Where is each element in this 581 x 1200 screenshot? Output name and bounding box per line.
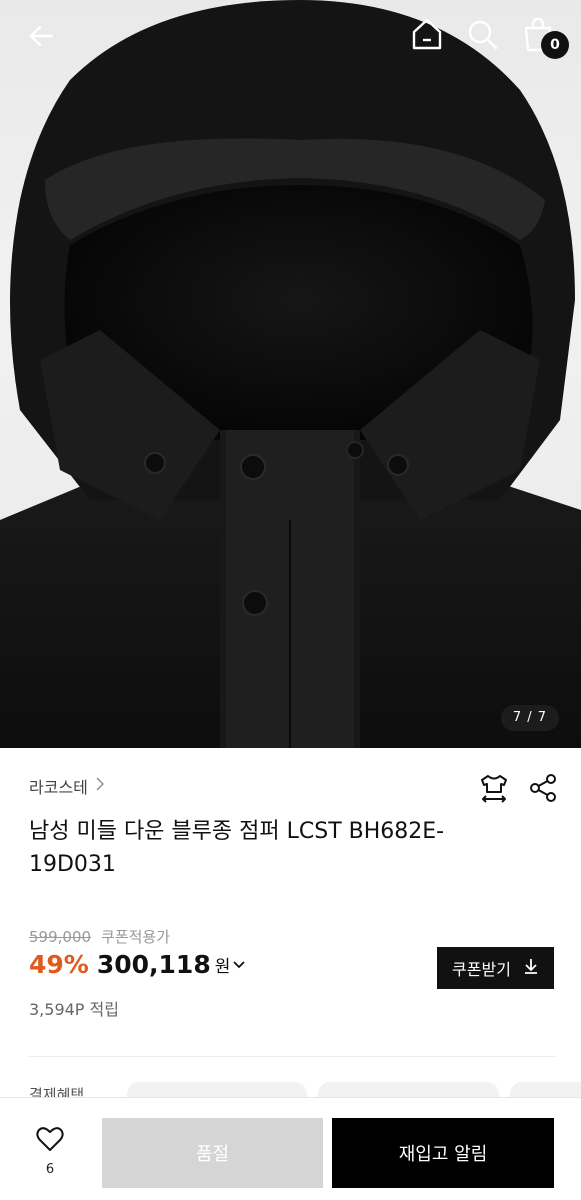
reward-points: 3,594P 적립 [29,1000,119,1019]
currency-unit: 원 [214,957,231,977]
discount-rate: 49% [29,950,89,979]
sale-price: 300,118 [96,950,211,979]
coupon-download-button[interactable]: 쿠폰받기 [437,947,554,989]
cart-count-badge: 0 [541,31,569,59]
chevron-down-icon[interactable] [232,955,246,974]
chevron-right-icon [94,776,106,796]
like-button[interactable]: 6 [22,1126,78,1186]
price-row[interactable]: 49% 300,118 원 [29,950,246,979]
original-price-row: 599,000 쿠폰적용가 [29,926,170,947]
bottom-action-bar: 6 품절 재입고 알림 [0,1097,581,1200]
search-icon[interactable] [466,18,498,54]
coupon-price-label: 쿠폰적용가 [101,928,171,946]
product-actions [478,772,558,808]
image-counter: 7 / 7 [500,705,559,731]
brand-link[interactable]: 라코스테 [29,774,106,798]
back-arrow-icon[interactable] [26,20,58,56]
download-icon [523,957,539,979]
restock-notify-button[interactable]: 재입고 알림 [332,1118,554,1188]
home-icon[interactable] [410,17,444,55]
like-count: 6 [45,1162,55,1177]
top-bar: 0 [0,0,581,72]
share-icon[interactable] [528,772,558,808]
jacket-photo [0,0,581,748]
heart-icon [36,1126,64,1156]
product-title: 남성 미들 다운 블루종 점퍼 LCST BH682E-19D031 [29,819,445,877]
section-divider [29,1056,555,1057]
product-image[interactable]: 7 / 7 [0,0,581,748]
soldout-button: 품절 [102,1118,323,1188]
size-guide-icon[interactable] [478,772,510,808]
original-price: 599,000 [29,927,92,946]
brand-name: 라코스테 [29,778,88,797]
coupon-button-label: 쿠폰받기 [452,960,511,979]
